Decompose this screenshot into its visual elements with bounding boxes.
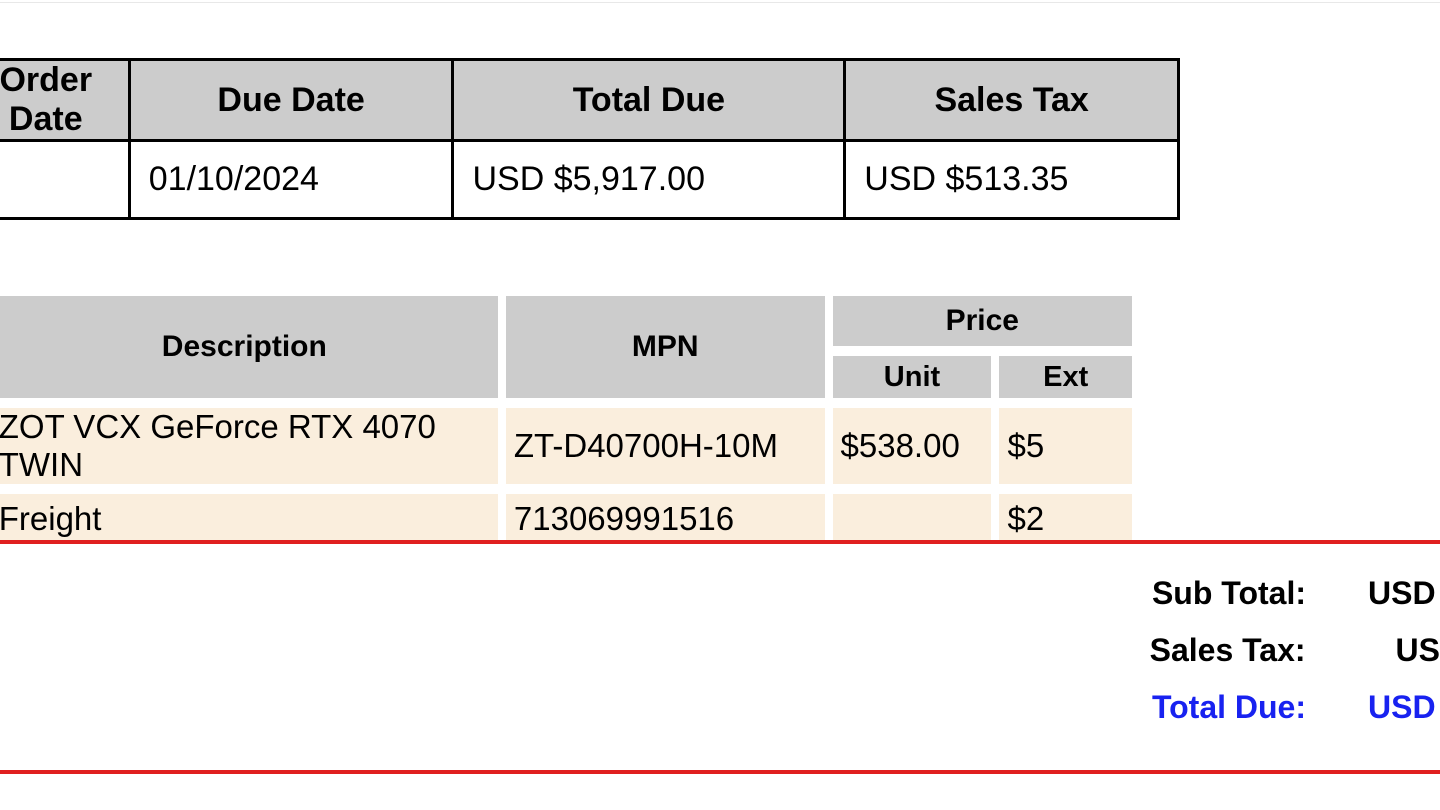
- items-header-price-group: Price: [832, 296, 1132, 346]
- totals-row-sub-total: Sub Total: USD: [0, 575, 1440, 632]
- summary-data-row: 01/10/2024 USD $5,917.00 USD $513.35: [0, 139, 1180, 220]
- item-cell-ext-price: $5: [999, 408, 1132, 484]
- summary-cell-total-due: USD $5,917.00: [451, 139, 847, 220]
- summary-header-due-date: Due Date: [127, 58, 455, 142]
- item-cell-description: ZOT VCX GeForce RTX 4070 TWIN: [0, 408, 498, 484]
- sales-tax-label: Sales Tax:: [1149, 632, 1306, 668]
- item-cell-ext-price: $2: [999, 494, 1132, 544]
- item-cell-unit-price: $538.00: [832, 408, 992, 484]
- sub-total-label: Sub Total:: [1151, 575, 1306, 611]
- items-header-price-ext: Ext: [999, 356, 1132, 398]
- summary-header-total-due: Total Due: [451, 58, 847, 142]
- summary-cell-sales-tax: USD $513.35: [843, 139, 1180, 220]
- total-due-value: USD: [1368, 689, 1436, 725]
- summary-header-order-date: Order Date: [0, 58, 131, 142]
- order-summary-table: PO Number Order Date Due Date Total Due …: [0, 58, 1180, 220]
- table-row: 8 ZOT VCX GeForce RTX 4070 TWIN ZT-D4070…: [0, 408, 1132, 484]
- item-cell-unit-price: [832, 494, 992, 544]
- summary-header-sales-tax: Sales Tax: [843, 58, 1180, 142]
- line-items-table: Qty SKU Description MPN Price Unit Ext 8…: [0, 286, 1140, 554]
- totals-row-sales-tax: Sales Tax: US: [0, 632, 1440, 689]
- invoice-page: PO Number Order Date Due Date Total Due …: [0, 0, 1440, 810]
- summary-cell-due-date: 01/10/2024: [127, 139, 455, 220]
- summary-header-row: PO Number Order Date Due Date Total Due …: [0, 58, 1180, 142]
- line-items-header-row-group: Qty SKU Description MPN Price: [0, 296, 1132, 398]
- sub-total-value: USD: [1368, 575, 1436, 611]
- totals-section: Sub Total: USD Sales Tax: US Total Due: …: [0, 575, 1440, 746]
- items-header-price-unit: Unit: [832, 356, 992, 398]
- total-due-label: Total Due:: [1151, 689, 1306, 725]
- top-hairline-divider: [0, 2, 1440, 3]
- item-cell-description: Freight: [0, 494, 498, 544]
- summary-cell-order-date: [0, 139, 131, 220]
- item-cell-mpn: 713069991516: [505, 494, 825, 544]
- totals-section-bottom-rule: [0, 770, 1440, 774]
- sales-tax-value: US: [1395, 632, 1440, 668]
- items-header-mpn: MPN: [505, 296, 825, 398]
- items-header-description: Description: [0, 296, 498, 398]
- item-cell-mpn: ZT-D40700H-10M: [505, 408, 825, 484]
- table-row: Freight 713069991516 $2: [0, 494, 1132, 544]
- totals-section-top-rule: [0, 540, 1440, 544]
- totals-row-total-due: Total Due: USD: [0, 689, 1440, 746]
